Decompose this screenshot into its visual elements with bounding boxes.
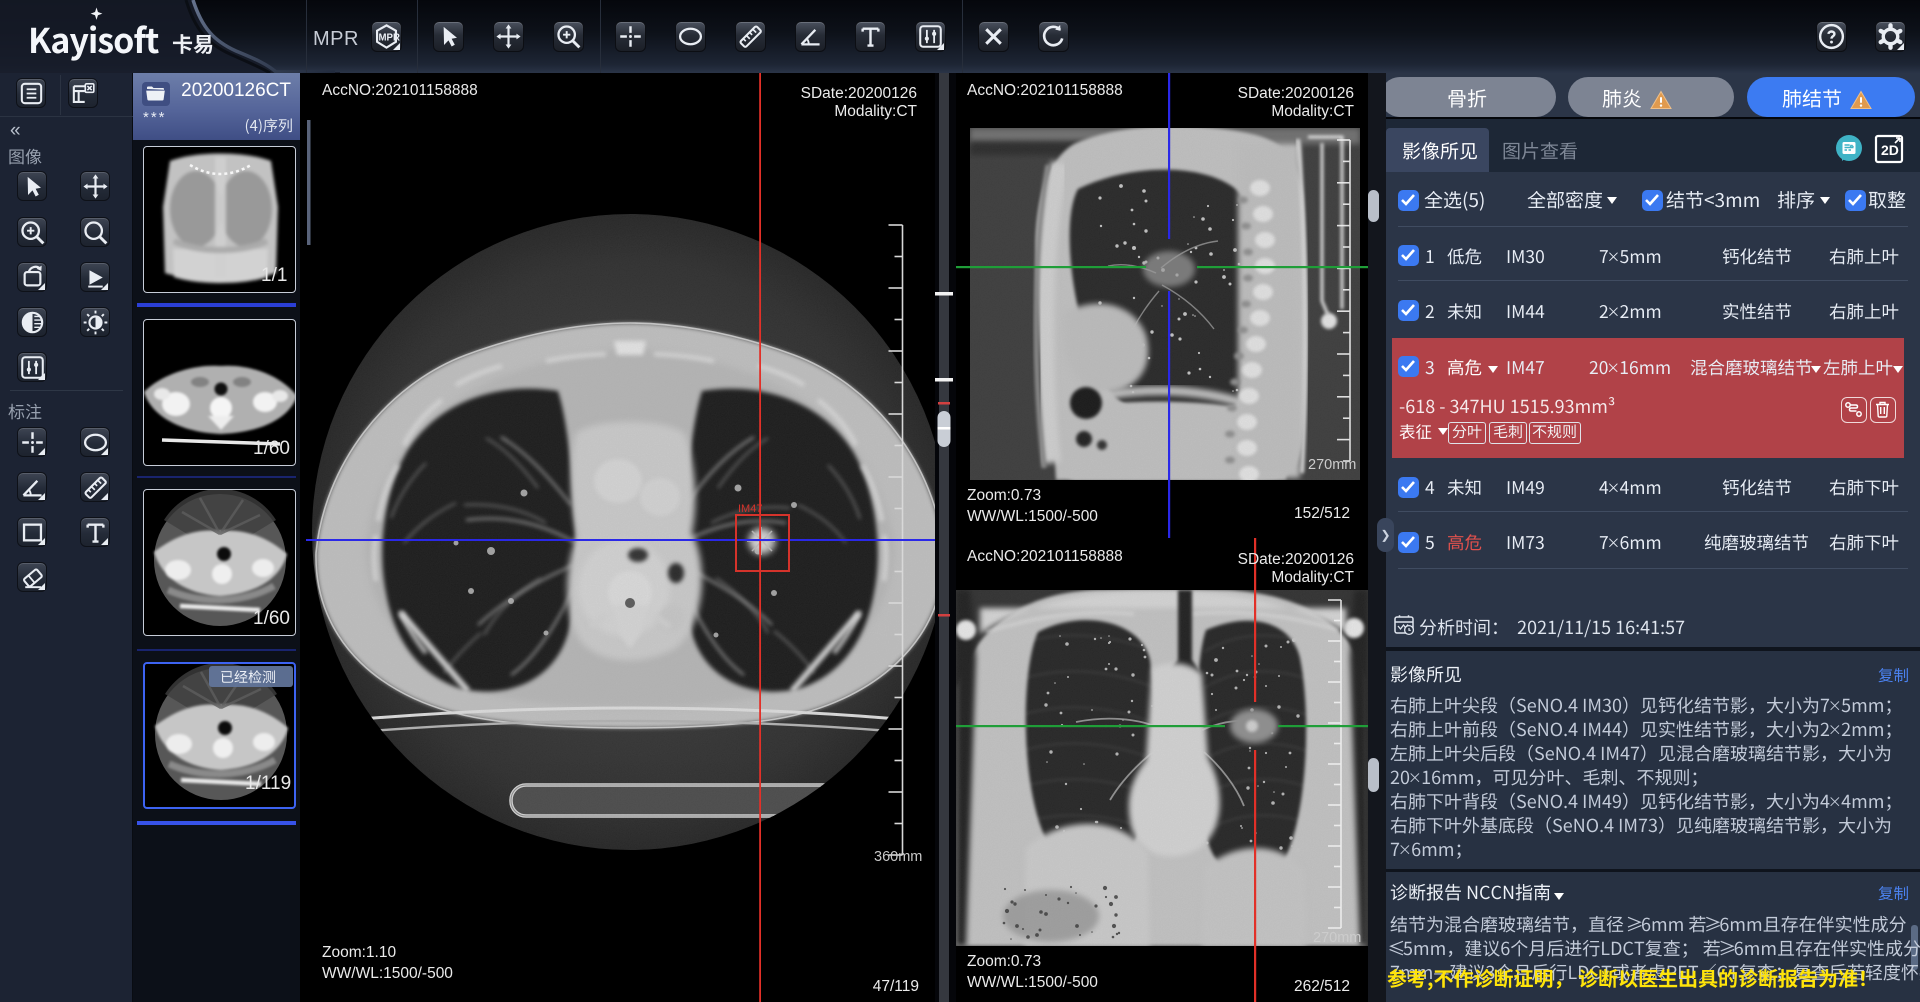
svg-text:2D: 2D <box>1881 142 1899 158</box>
svg-text:270mm: 270mm <box>1308 457 1356 473</box>
svg-text:360mm: 360mm <box>874 849 922 865</box>
svg-text:IM47: IM47 <box>738 503 762 515</box>
svg-text:MPR: MPR <box>379 32 400 43</box>
svg-text:270mm: 270mm <box>1313 930 1361 946</box>
